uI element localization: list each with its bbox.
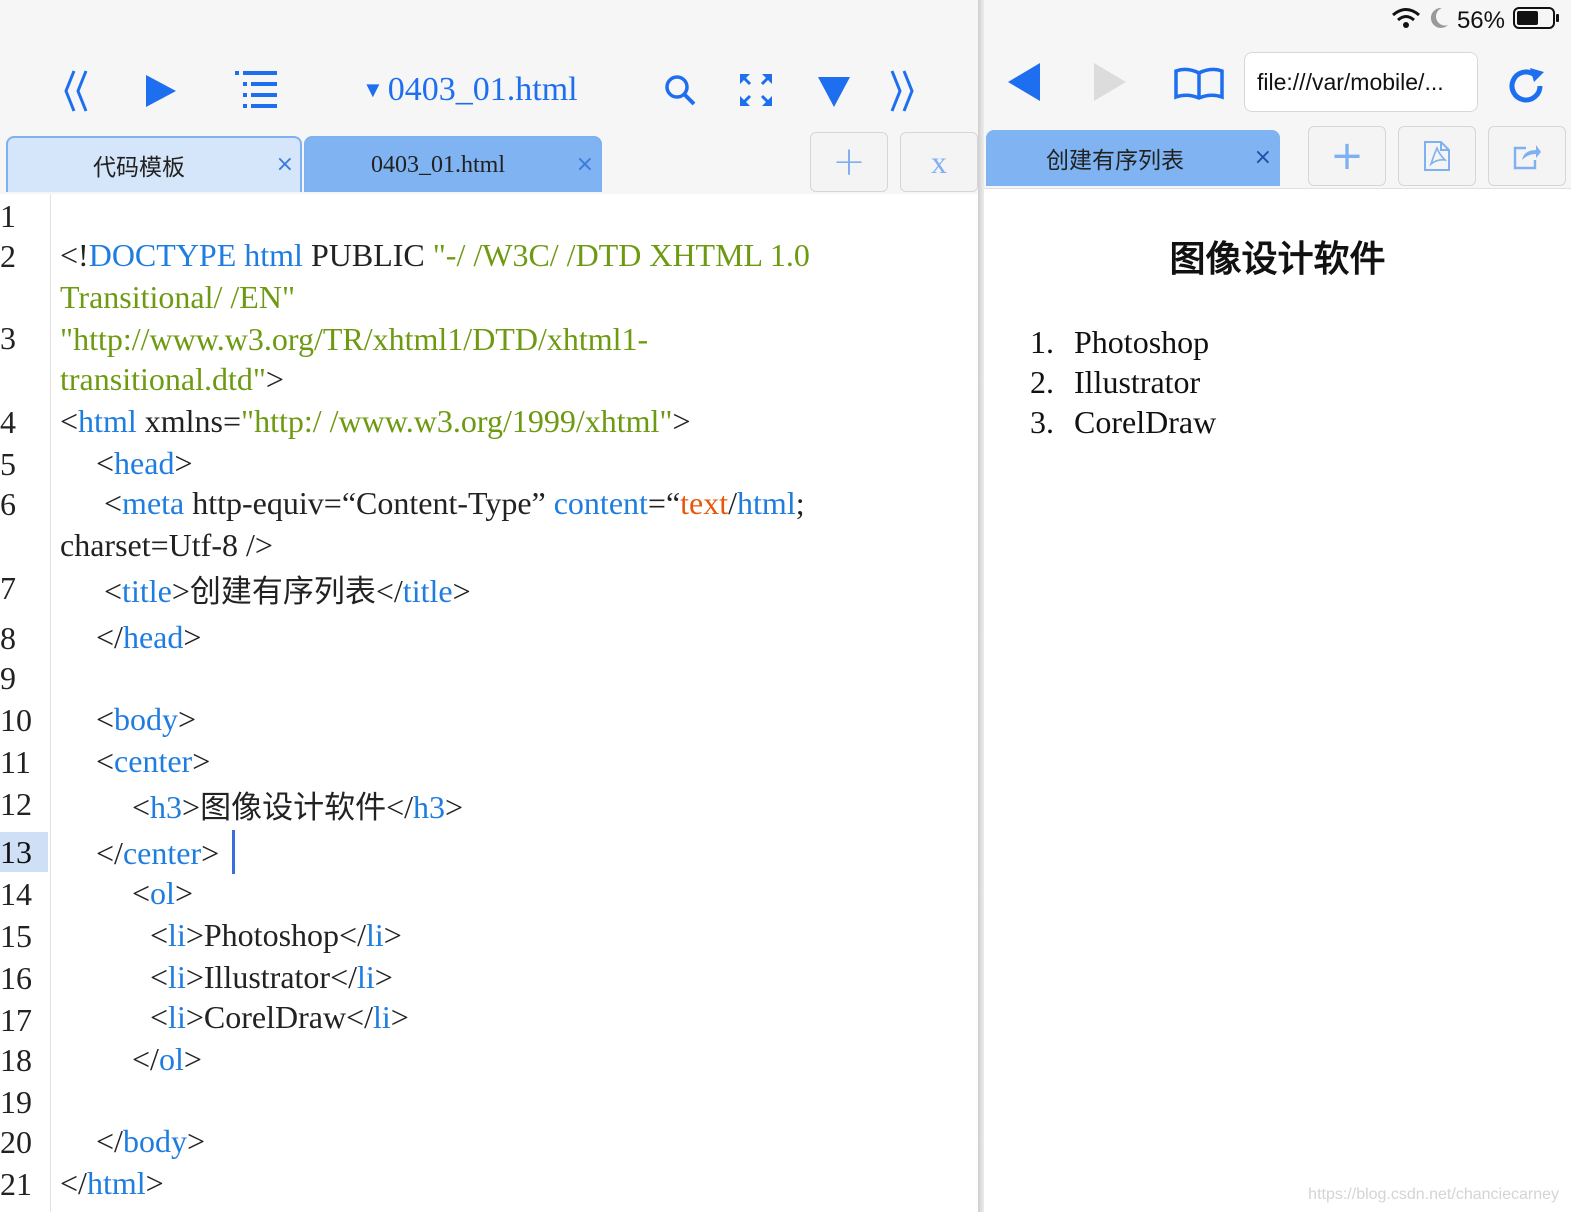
code-line-4[interactable]: <html xmlns="http:/ /www.w3.org/1999/xht…: [60, 400, 691, 442]
list-item: 2. Illustrator: [1030, 364, 1201, 400]
file-title: 0403_01.html: [387, 71, 578, 108]
line-number: 2: [0, 238, 16, 274]
battery-percent: 56%: [1456, 7, 1505, 34]
back-triangle-icon[interactable]: [1004, 60, 1044, 104]
code-line-17[interactable]: <li>CorelDraw</li>: [150, 996, 409, 1038]
tab-label: 0403_01.html: [370, 151, 505, 178]
tab-label: 代码模板: [93, 155, 185, 181]
close-icon[interactable]: ×: [1254, 147, 1272, 169]
code-line-6-wrap[interactable]: charset=Utf-8 />: [60, 524, 273, 566]
share-icon[interactable]: [1488, 126, 1566, 186]
code-line-10[interactable]: <body>: [96, 698, 196, 740]
list-item: 3. CorelDraw: [1030, 404, 1217, 440]
line-number: 4: [0, 404, 16, 440]
list-item: 1. Photoshop: [1030, 324, 1210, 360]
code-line-20[interactable]: </body>: [96, 1120, 205, 1162]
editor-toolbar: ▼ 0403_01.html: [0, 0, 978, 136]
code-line-3-wrap[interactable]: transitional.dtd">: [60, 358, 284, 400]
line-number: 18: [0, 1042, 32, 1078]
line-number: 7: [0, 570, 16, 606]
tab-code-template[interactable]: 代码模板 ×: [6, 136, 302, 192]
line-number: 12: [0, 786, 32, 822]
code-line-2-wrap[interactable]: Transitional/ /EN": [60, 276, 295, 318]
line-number: 9: [0, 660, 16, 696]
code-line-12[interactable]: <h3>图像设计软件</h3>: [132, 786, 463, 829]
text-cursor: [232, 830, 235, 874]
line-number: 1: [0, 198, 16, 234]
browser-tab-bar: 创建有序列表 × +: [984, 124, 1571, 189]
line-number: 5: [0, 446, 16, 482]
line-number: 10: [0, 702, 32, 738]
code-line-3[interactable]: "http://www.w3.org/TR/xhtml1/DTD/xhtml1-: [60, 318, 648, 360]
url-input[interactable]: file:///var/mobile/...: [1244, 52, 1478, 112]
code-line-5[interactable]: <head>: [96, 442, 193, 484]
down-triangle-icon[interactable]: [814, 72, 854, 112]
wifi-icon: [1391, 7, 1421, 36]
expand-icon[interactable]: [736, 70, 776, 110]
code-line-16[interactable]: <li>Illustrator</li>: [150, 956, 393, 998]
code-line-6[interactable]: <meta http-equiv=“Content-Type” content=…: [104, 482, 805, 524]
line-number: 17: [0, 1002, 32, 1038]
play-icon[interactable]: [140, 68, 180, 114]
add-tab-button[interactable]: +: [1308, 126, 1386, 186]
line-number: 16: [0, 960, 32, 996]
page-heading: 图像设计软件: [1169, 239, 1386, 280]
browser-tab[interactable]: 创建有序列表 ×: [986, 130, 1280, 186]
moon-icon: [1429, 7, 1449, 36]
line-number-current: 13: [0, 832, 48, 872]
code-line-11[interactable]: <center>: [96, 740, 210, 782]
code-line-2[interactable]: <!DOCTYPE html PUBLIC "-/ /W3C/ /DTD XHT…: [60, 234, 810, 276]
tab-label: 创建有序列表: [1046, 148, 1184, 174]
line-number: 8: [0, 620, 16, 656]
chevron-down-icon: ▼: [362, 77, 384, 102]
close-all-tabs-button[interactable]: x: [900, 132, 978, 192]
reload-icon[interactable]: [1504, 64, 1548, 108]
book-icon[interactable]: [1172, 64, 1226, 104]
line-number: 14: [0, 876, 32, 912]
double-chevron-right-icon[interactable]: [884, 66, 920, 116]
search-icon[interactable]: [662, 70, 698, 110]
code-line-8[interactable]: </head>: [96, 616, 201, 658]
double-chevron-left-icon[interactable]: [56, 66, 96, 116]
editor-tab-bar: 代码模板 × 0403_01.html × + x: [0, 130, 978, 194]
line-number: 19: [0, 1084, 32, 1120]
code-line-14[interactable]: <ol>: [132, 872, 193, 914]
code-line-15[interactable]: <li>Photoshop</li>: [150, 914, 402, 956]
line-number: 20: [0, 1124, 32, 1160]
line-number-gutter: 1 2 3 4 5 6 7 8 9 10 11 12 13 14 15 16 1…: [0, 194, 51, 1212]
code-line-7[interactable]: <title>创建有序列表</title>: [104, 570, 471, 613]
line-number: 15: [0, 918, 32, 954]
forward-triangle-icon[interactable]: [1090, 60, 1130, 104]
list-icon[interactable]: [234, 66, 280, 112]
status-bar: 56%: [1391, 4, 1561, 38]
ordered-list: 1. Photoshop 2. Illustrator 3. CorelDraw: [1030, 322, 1216, 442]
code-line-21[interactable]: </html>: [60, 1162, 164, 1204]
line-number: 3: [0, 320, 16, 356]
close-icon[interactable]: ×: [276, 154, 294, 176]
add-tab-button[interactable]: +: [810, 132, 888, 192]
pdf-icon[interactable]: [1398, 126, 1476, 186]
tab-file[interactable]: 0403_01.html ×: [304, 136, 602, 192]
line-number: 21: [0, 1166, 32, 1202]
file-title-dropdown[interactable]: ▼ 0403_01.html: [362, 66, 578, 114]
code-line-13[interactable]: </center>: [96, 832, 219, 874]
close-icon[interactable]: ×: [576, 154, 594, 176]
line-number: 6: [0, 486, 16, 522]
battery-icon: [1513, 6, 1561, 37]
line-number: 11: [0, 744, 31, 780]
code-line-18[interactable]: </ol>: [132, 1038, 202, 1080]
watermark: https://blog.csdn.net/chanciecarney: [1308, 1186, 1559, 1203]
